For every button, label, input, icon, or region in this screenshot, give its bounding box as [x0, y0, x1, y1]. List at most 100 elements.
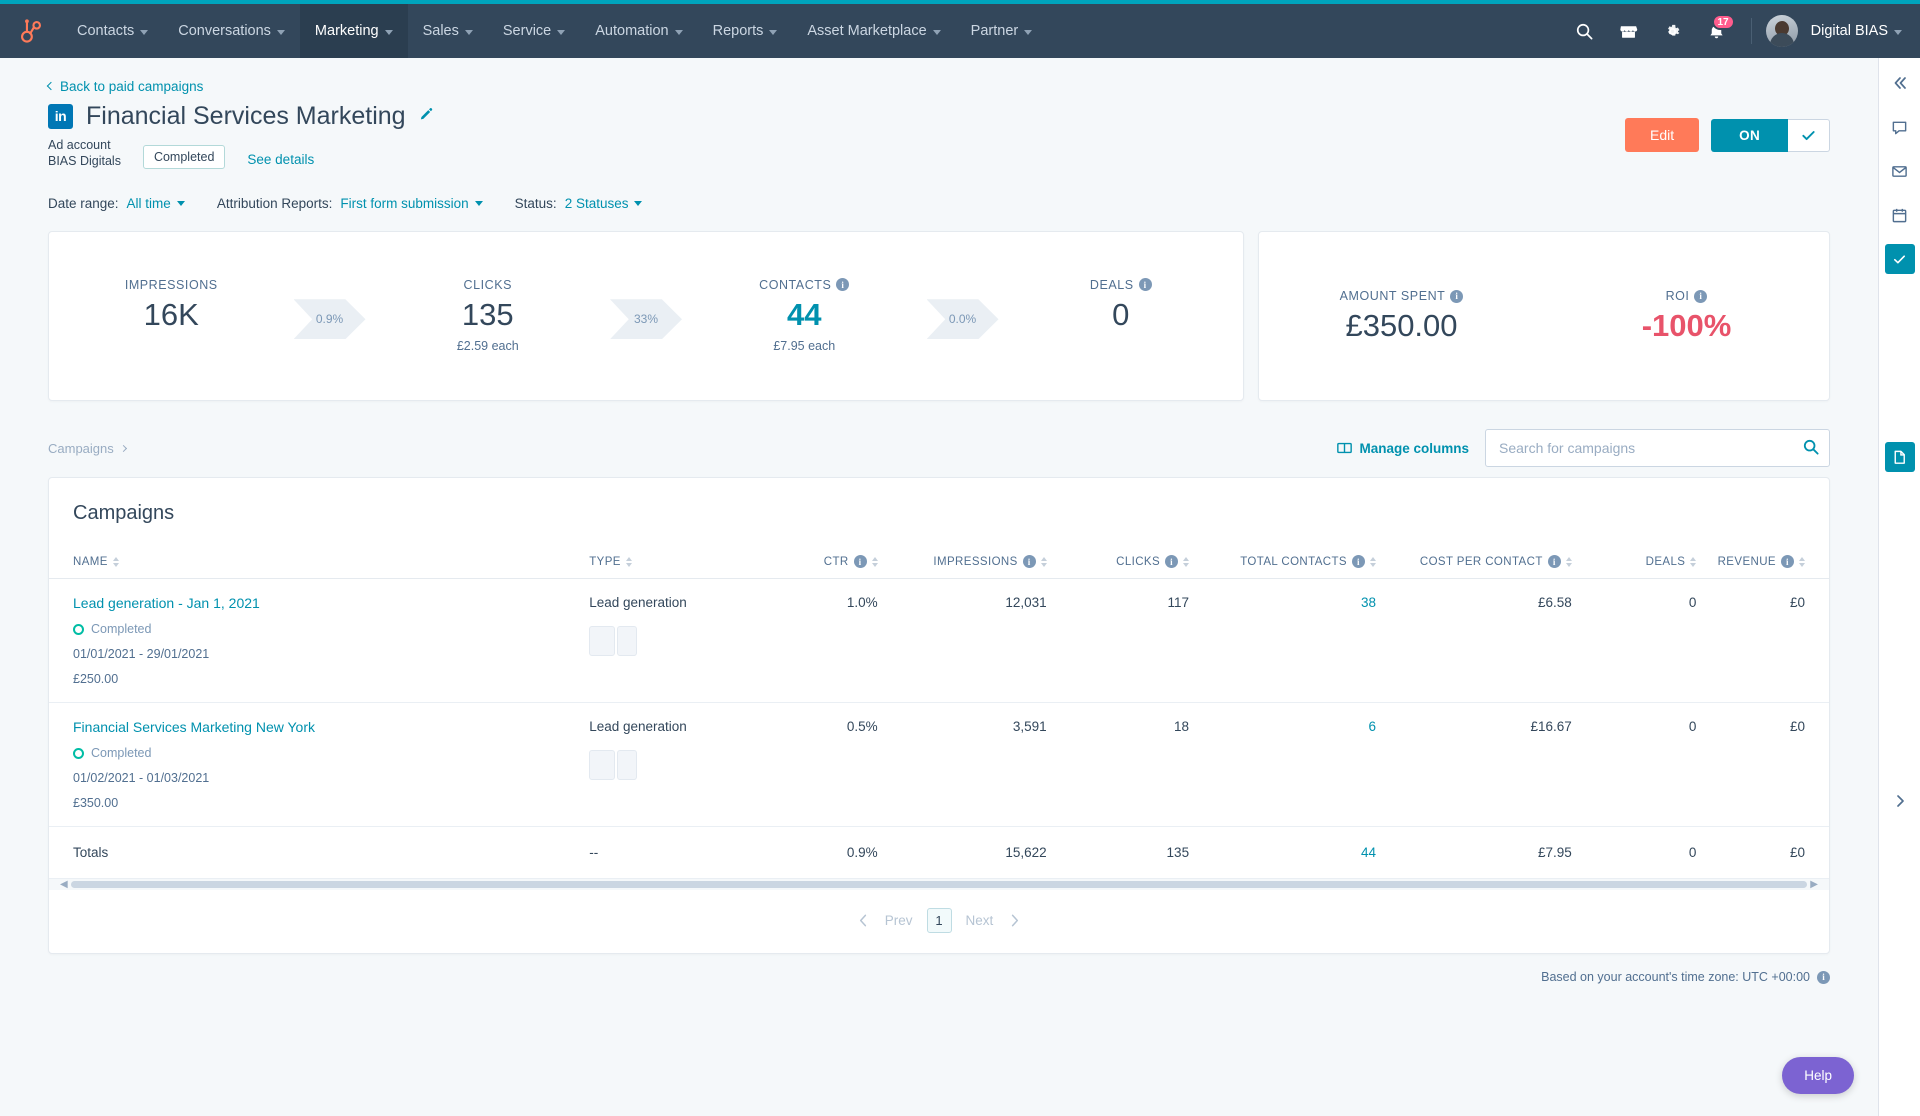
header-actions: Edit ON: [1625, 118, 1830, 152]
pagination-prev-arrow-icon[interactable]: [856, 913, 871, 928]
table-horizontal-scrollbar[interactable]: ◀ ▶: [49, 878, 1829, 891]
campaign-name-link[interactable]: Financial Services Marketing New York: [73, 719, 557, 735]
metric-value[interactable]: 44: [682, 297, 927, 332]
avatar[interactable]: [1765, 15, 1798, 47]
nav-item-asset-marketplace[interactable]: Asset Marketplace: [792, 4, 955, 58]
column-header-name[interactable]: NAME: [49, 545, 566, 580]
edit-button[interactable]: Edit: [1625, 118, 1700, 152]
calendar-icon[interactable]: [1885, 200, 1915, 230]
timezone-note-label: Based on your account's time zone: UTC +…: [1541, 970, 1810, 985]
info-icon[interactable]: i: [1022, 555, 1036, 569]
column-header-ctr[interactable]: CTR i: [761, 545, 886, 580]
table-row[interactable]: Financial Services Marketing New York Co…: [49, 702, 1829, 828]
campaign-preview-thumbnail[interactable]: [589, 750, 638, 781]
manage-columns-button[interactable]: Manage columns: [1337, 441, 1469, 456]
nav-item-partner[interactable]: Partner: [956, 4, 1048, 58]
search-icon[interactable]: [1802, 438, 1820, 459]
sort-toggle-icon[interactable]: [871, 556, 878, 567]
metric-impressions: IMPRESSIONS 16K: [49, 278, 294, 355]
breadcrumb[interactable]: Campaigns: [48, 441, 127, 456]
tasks-icon[interactable]: [1884, 244, 1915, 274]
sort-toggle-icon[interactable]: [1040, 556, 1047, 567]
scroll-right-icon[interactable]: ▶: [1807, 879, 1821, 890]
table-row[interactable]: Lead generation - Jan 1, 2021 Completed …: [49, 578, 1829, 704]
info-icon[interactable]: i: [1165, 555, 1179, 569]
sort-toggle-icon[interactable]: [1690, 556, 1697, 567]
help-button[interactable]: Help: [1782, 1057, 1854, 1094]
metric-sub: £7.95 each: [773, 338, 836, 353]
sort-toggle-icon[interactable]: [625, 556, 632, 567]
nav-item-service[interactable]: Service: [488, 4, 580, 58]
metric-value: 16K: [143, 296, 199, 332]
info-icon[interactable]: i: [836, 278, 850, 292]
status-filter-dropdown[interactable]: 2 Statuses: [565, 196, 643, 211]
pencil-icon[interactable]: [419, 107, 434, 126]
campaign-name-link[interactable]: Lead generation - Jan 1, 2021: [73, 595, 557, 611]
pagination-prev-label[interactable]: Prev: [885, 913, 913, 928]
nav-item-sales[interactable]: Sales: [408, 4, 488, 58]
sort-toggle-icon[interactable]: [112, 556, 119, 567]
date-range-dropdown[interactable]: All time: [127, 196, 185, 211]
attribution-dropdown[interactable]: First form submission: [340, 196, 483, 211]
column-header-clicks[interactable]: CLICKS i: [1054, 545, 1198, 580]
info-icon[interactable]: i: [1781, 555, 1794, 569]
nav-item-contacts[interactable]: Contacts: [62, 4, 163, 58]
see-details-link[interactable]: See details: [247, 152, 314, 167]
back-to-paid-campaigns-link[interactable]: Back to paid campaigns: [46, 79, 203, 94]
chat-icon[interactable]: [1885, 112, 1915, 142]
sort-toggle-icon[interactable]: [1183, 556, 1190, 567]
metric-amount-spent: AMOUNT SPENT i £350.00: [1259, 289, 1544, 343]
nav-item-marketing[interactable]: Marketing: [299, 4, 408, 58]
search-icon[interactable]: [1565, 11, 1605, 51]
account-name-label: Digital BIAS: [1810, 23, 1888, 39]
toggle-on-button[interactable]: ON: [1711, 118, 1788, 152]
info-icon[interactable]: i: [1817, 970, 1830, 984]
check-icon[interactable]: [1788, 118, 1830, 152]
campaign-preview-thumbnail[interactable]: [589, 626, 638, 657]
info-icon[interactable]: i: [1547, 555, 1561, 569]
info-icon[interactable]: i: [1450, 289, 1464, 303]
sort-toggle-icon[interactable]: [1799, 556, 1805, 567]
info-icon[interactable]: i: [853, 555, 867, 569]
pagination-next-label[interactable]: Next: [966, 913, 994, 928]
sort-toggle-icon[interactable]: [1565, 556, 1572, 567]
expand-rail-icon[interactable]: [1885, 786, 1915, 816]
info-icon[interactable]: i: [1351, 555, 1365, 569]
metric-label-text: CONTACTS: [759, 277, 832, 292]
column-header-total-contacts[interactable]: TOTAL CONTACTS i: [1197, 545, 1384, 580]
email-icon[interactable]: [1885, 156, 1915, 186]
settings-gear-icon[interactable]: [1653, 11, 1693, 51]
scroll-left-icon[interactable]: ◀: [57, 879, 71, 890]
cell-clicks: 117: [1054, 578, 1198, 704]
documents-icon[interactable]: [1884, 442, 1915, 472]
nav-item-conversations[interactable]: Conversations: [163, 4, 300, 58]
column-header-impressions[interactable]: IMPRESSIONS i: [885, 545, 1055, 580]
account-menu[interactable]: Digital BIAS: [1811, 23, 1902, 39]
column-header-revenue[interactable]: REVENUE i: [1704, 545, 1829, 580]
cell-total-contacts[interactable]: 6: [1197, 702, 1384, 828]
column-header-type[interactable]: TYPE: [565, 545, 761, 580]
info-icon[interactable]: i: [1694, 289, 1708, 303]
marketplace-icon[interactable]: [1609, 11, 1649, 51]
column-header-deals[interactable]: DEALS: [1579, 545, 1705, 580]
cell-totals-total-contacts[interactable]: 44: [1197, 827, 1384, 879]
scrollbar-thumb[interactable]: [70, 881, 1808, 889]
nav-item-reports[interactable]: Reports: [698, 4, 793, 58]
campaign-status: Completed: [73, 622, 557, 636]
pagination-current-page[interactable]: 1: [926, 908, 952, 934]
campaigns-table: NAME TYPE CTR i IMPRESSIONS i CLICKS i T…: [49, 545, 1829, 878]
notifications-bell-icon[interactable]: 17: [1697, 11, 1737, 51]
metrics-cards-row: IMPRESSIONS 16K 0.9% CLICKS 135 £2.59 ea…: [48, 231, 1830, 402]
sort-toggle-icon[interactable]: [1369, 556, 1376, 567]
chevron-down-icon: [140, 29, 149, 35]
column-header-cost-per-contact[interactable]: COST PER CONTACT i: [1383, 545, 1580, 580]
search-input[interactable]: [1485, 429, 1830, 468]
hubspot-sprocket-icon[interactable]: [0, 18, 62, 44]
table-toolbar: Campaigns Manage columns: [48, 429, 1830, 468]
pagination-next-arrow-icon[interactable]: [1007, 913, 1022, 928]
cell-total-contacts[interactable]: 38: [1197, 578, 1384, 704]
collapse-rail-icon[interactable]: [1885, 68, 1915, 98]
metric-label: ROI i: [1544, 289, 1829, 303]
info-icon[interactable]: i: [1138, 278, 1152, 292]
nav-item-automation[interactable]: Automation: [580, 4, 697, 58]
